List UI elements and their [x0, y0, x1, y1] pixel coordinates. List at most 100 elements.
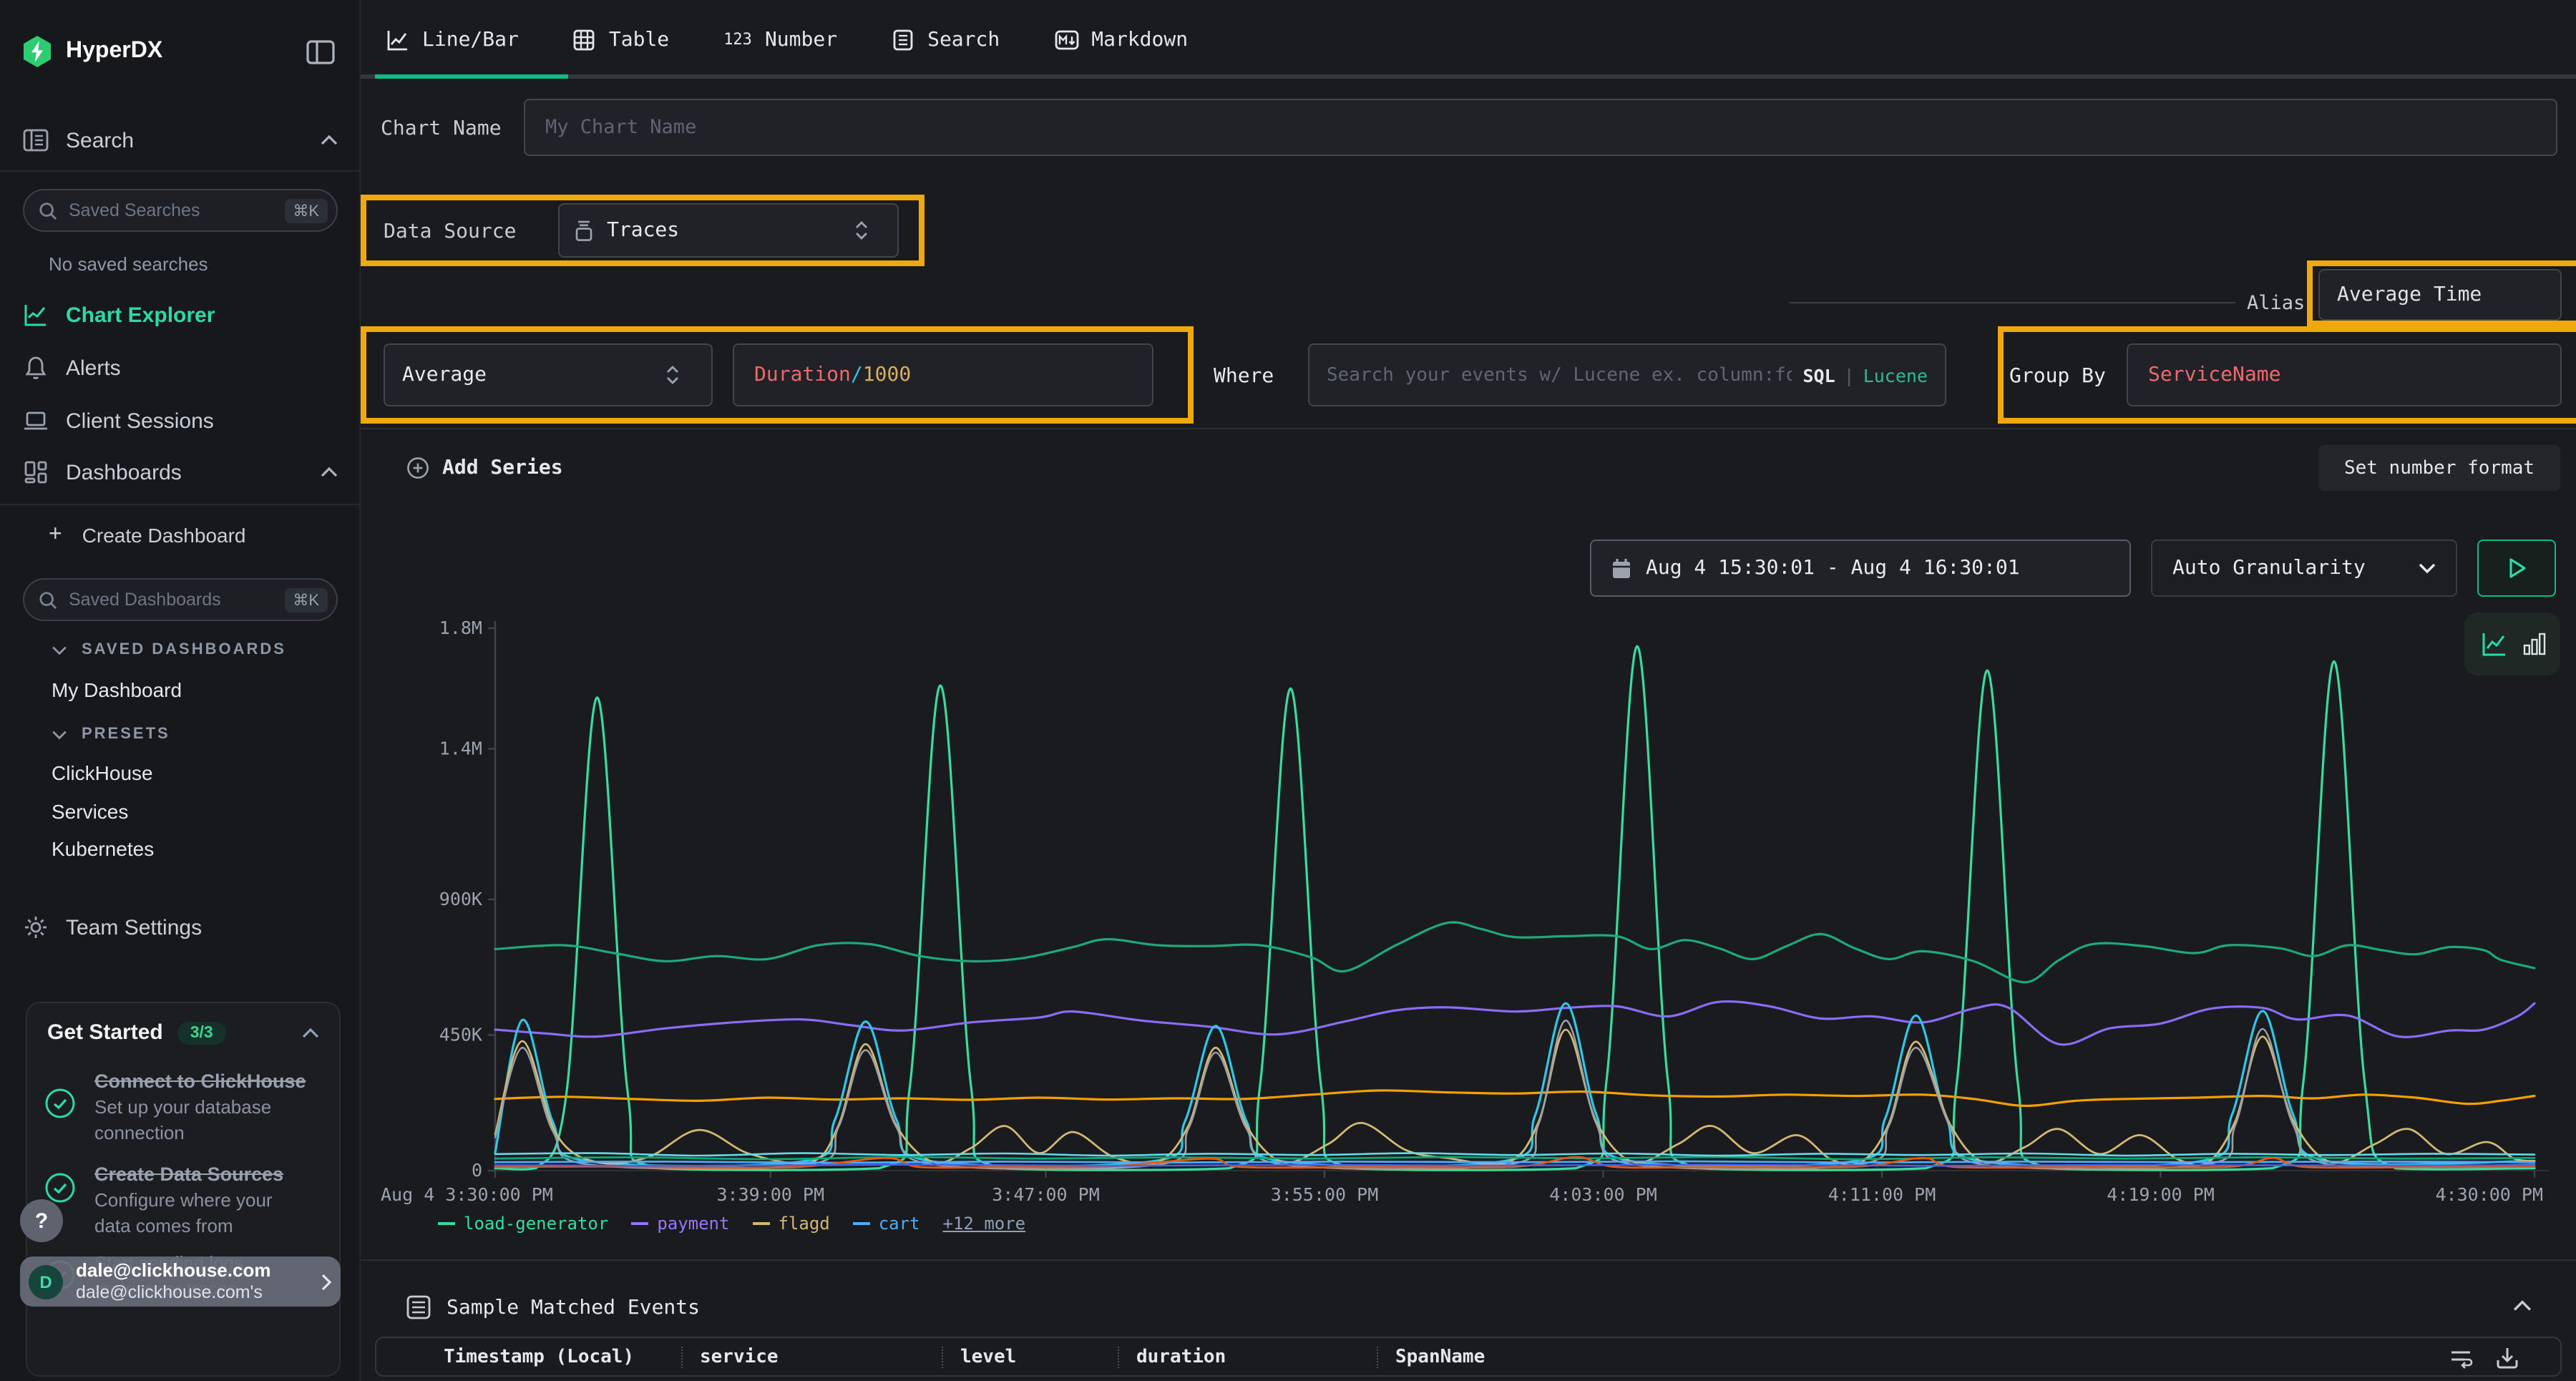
where-label: Where: [1214, 365, 1274, 388]
svg-text:1.4M: 1.4M: [439, 738, 482, 758]
saved-dashboards-input[interactable]: Saved Dashboards ⌘K: [23, 578, 338, 621]
alias-value: Average Time: [2337, 283, 2482, 306]
laptop-icon: [23, 408, 49, 434]
sidebar-item-client-sessions[interactable]: Client Sessions: [0, 402, 361, 439]
get-started-item-connect[interactable]: Connect to ClickHouse Set up your databa…: [27, 1056, 339, 1146]
search-doc-icon: [892, 28, 914, 51]
section-divider: [361, 428, 2576, 429]
chart-name-field[interactable]: [545, 116, 2536, 139]
download-icon[interactable]: [2494, 1345, 2520, 1371]
alias-label: Alias: [2247, 292, 2305, 315]
chart-name-input[interactable]: [524, 99, 2557, 156]
wrap-lines-icon[interactable]: [2449, 1345, 2474, 1371]
check-circle-icon: [44, 1172, 76, 1204]
svg-text:4:11:00 PM: 4:11:00 PM: [1828, 1184, 1936, 1205]
svg-text:1.8M: 1.8M: [439, 618, 482, 638]
pipe-separator: |: [1844, 364, 1855, 386]
get-started-item-sources[interactable]: Create Data Sources Configure where your…: [27, 1146, 339, 1239]
svg-text:3:47:00 PM: 3:47:00 PM: [992, 1184, 1100, 1205]
section-divider: [361, 1259, 2576, 1261]
sidebar-item-services[interactable]: Services: [52, 800, 128, 823]
chevron-up-icon[interactable]: [302, 1027, 319, 1038]
add-series-button[interactable]: Add Series: [406, 457, 563, 479]
sidebar-item-kubernetes[interactable]: Kubernetes: [52, 837, 154, 860]
tab-markdown[interactable]: Markdown: [1054, 28, 1188, 51]
help-button[interactable]: ?: [20, 1199, 63, 1242]
field-expression-input[interactable]: Duration/1000: [733, 343, 1153, 406]
col-timestamp[interactable]: Timestamp (Local): [444, 1347, 634, 1368]
sql-toggle[interactable]: SQL: [1802, 364, 1835, 386]
presets-header[interactable]: PRESETS: [52, 726, 170, 743]
plus-circle-icon: [406, 457, 429, 479]
table-icon: [573, 28, 596, 51]
user-chip[interactable]: D dale@clickhouse.com dale@clickhouse.co…: [20, 1256, 341, 1307]
number-123-icon: 123: [723, 30, 752, 49]
legend-item[interactable]: cart: [853, 1214, 920, 1234]
svg-text:4:03:00 PM: 4:03:00 PM: [1549, 1184, 1657, 1205]
granularity-value: Auto Granularity: [2172, 557, 2366, 580]
lucene-toggle[interactable]: Lucene: [1863, 364, 1928, 386]
saved-searches-input[interactable]: Saved Searches ⌘K: [23, 189, 338, 232]
play-icon: [2507, 557, 2527, 580]
svg-text:0: 0: [472, 1160, 482, 1181]
data-source-value: Traces: [607, 219, 679, 242]
chevron-up-icon: [321, 467, 338, 478]
line-mode-icon[interactable]: [2479, 630, 2508, 658]
database-icon: [574, 220, 594, 241]
legend-more-link[interactable]: +12 more: [943, 1214, 1026, 1234]
group-by-label: Group By: [2009, 365, 2106, 388]
group-by-input[interactable]: ServiceName: [2127, 343, 2562, 406]
line-chart-icon: [23, 302, 49, 328]
aggregation-value: Average: [402, 363, 487, 386]
where-input[interactable]: SQL | Lucene: [1308, 343, 1946, 406]
alias-input[interactable]: Average Time: [2318, 269, 2562, 321]
sidebar-item-chart-explorer[interactable]: Chart Explorer: [0, 296, 361, 333]
no-saved-searches-text: No saved searches: [49, 253, 208, 275]
collapse-chevron-icon[interactable]: [2513, 1299, 2532, 1312]
chevron-up-icon: [321, 135, 338, 146]
col-service[interactable]: service: [700, 1347, 779, 1368]
hyperdx-logo-icon: [20, 34, 54, 69]
dashboards-icon: [23, 459, 49, 485]
chart-name-label: Chart Name: [381, 117, 502, 140]
tab-search[interactable]: Search: [892, 28, 1000, 51]
legend-item[interactable]: load-generator: [438, 1214, 608, 1234]
sidebar-item-dashboards[interactable]: Dashboards: [0, 454, 361, 491]
where-field[interactable]: [1327, 364, 1791, 386]
tab-number[interactable]: 123 Number: [723, 28, 837, 51]
time-range-picker[interactable]: Aug 4 15:30:01 - Aug 4 16:30:01: [1590, 540, 2131, 597]
search-icon: [39, 590, 57, 609]
sidebar-collapse-icon[interactable]: [306, 40, 335, 72]
chart-display-toggle: [2464, 613, 2560, 675]
svg-text:4:30:00 PM: 4:30:00 PM: [2435, 1184, 2543, 1205]
sidebar-item-team-settings[interactable]: Team Settings: [0, 909, 361, 946]
col-level[interactable]: level: [960, 1347, 1016, 1368]
sidebar-section-search[interactable]: Search: [0, 122, 361, 159]
line-bar-icon: [386, 28, 409, 51]
sample-events-header[interactable]: Sample Matched Events: [406, 1295, 700, 1319]
sidebar-item-clickhouse[interactable]: ClickHouse: [52, 761, 153, 784]
tab-table[interactable]: Table: [573, 28, 669, 51]
col-spanname[interactable]: SpanName: [1395, 1347, 1485, 1368]
data-source-select[interactable]: Traces: [558, 203, 899, 258]
bar-mode-icon[interactable]: [2522, 631, 2545, 657]
saved-dashboards-header[interactable]: SAVED DASHBOARDS: [52, 641, 286, 658]
plus-icon: +: [49, 522, 62, 548]
granularity-select[interactable]: Auto Granularity: [2151, 540, 2457, 597]
markdown-icon: [1054, 28, 1078, 51]
chart-legend: load-generator payment flagd cart +12 mo…: [438, 1214, 1025, 1234]
svg-text:Aug 4 3:30:00 PM: Aug 4 3:30:00 PM: [381, 1184, 553, 1205]
legend-item[interactable]: payment: [631, 1214, 729, 1234]
set-number-format-button[interactable]: Set number format: [2318, 445, 2560, 491]
calendar-icon: [1611, 557, 1631, 579]
sidebar-item-alerts[interactable]: Alerts: [0, 349, 361, 386]
sidebar-item-my-dashboard[interactable]: My Dashboard: [52, 678, 182, 701]
aggregation-select[interactable]: Average: [384, 343, 713, 406]
legend-item[interactable]: flagd: [752, 1214, 829, 1234]
select-updown-icon: [854, 220, 869, 240]
tab-line-bar[interactable]: Line/Bar: [386, 28, 519, 51]
run-query-button[interactable]: [2477, 540, 2556, 597]
alias-connector-line: [1789, 302, 2235, 303]
col-duration[interactable]: duration: [1136, 1347, 1226, 1368]
create-dashboard-button[interactable]: + Create Dashboard: [0, 517, 361, 554]
